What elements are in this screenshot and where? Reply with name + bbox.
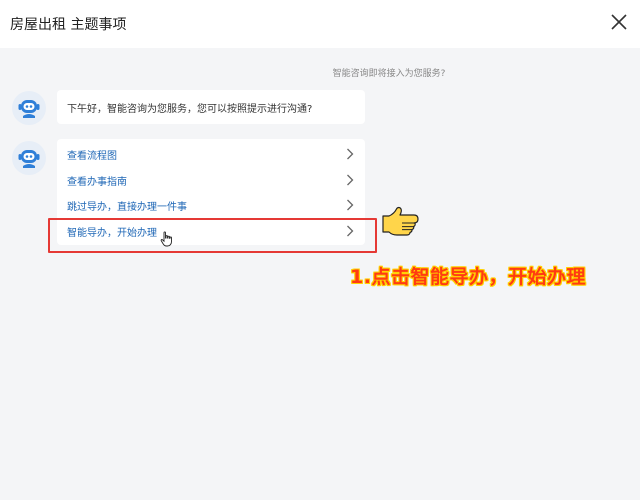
chevron-right-icon (347, 199, 354, 211)
option-skip-guide[interactable]: 跳过导办，直接办理一件事 (57, 192, 365, 218)
robot-avatar-icon (12, 91, 46, 125)
close-icon[interactable] (608, 11, 630, 33)
option-label: 跳过导办，直接办理一件事 (67, 202, 187, 213)
chevron-right-icon (347, 174, 354, 186)
option-label: 查看办事指南 (67, 177, 127, 188)
option-label: 查看流程图 (67, 151, 117, 162)
option-view-guide[interactable]: 查看办事指南 (57, 167, 365, 193)
page-title: 房屋出租 主题事项 (10, 17, 127, 33)
hand-cursor-icon (160, 231, 172, 247)
robot-avatar-icon (12, 141, 46, 175)
window-header: 房屋出租 主题事项 (0, 0, 640, 48)
greeting-message: 下午好，智能咨询为您服务，您可以按照提示进行沟通? (57, 90, 365, 124)
highlight-box (48, 218, 377, 253)
chevron-right-icon (347, 148, 354, 160)
pointing-hand-icon (382, 206, 419, 236)
instruction-annotation: 1.点击智能导办，开始办理 (350, 266, 586, 288)
chat-notice: 智能咨询即将接入为您服务? (332, 69, 446, 79)
option-view-flowchart[interactable]: 查看流程图 (57, 141, 365, 167)
